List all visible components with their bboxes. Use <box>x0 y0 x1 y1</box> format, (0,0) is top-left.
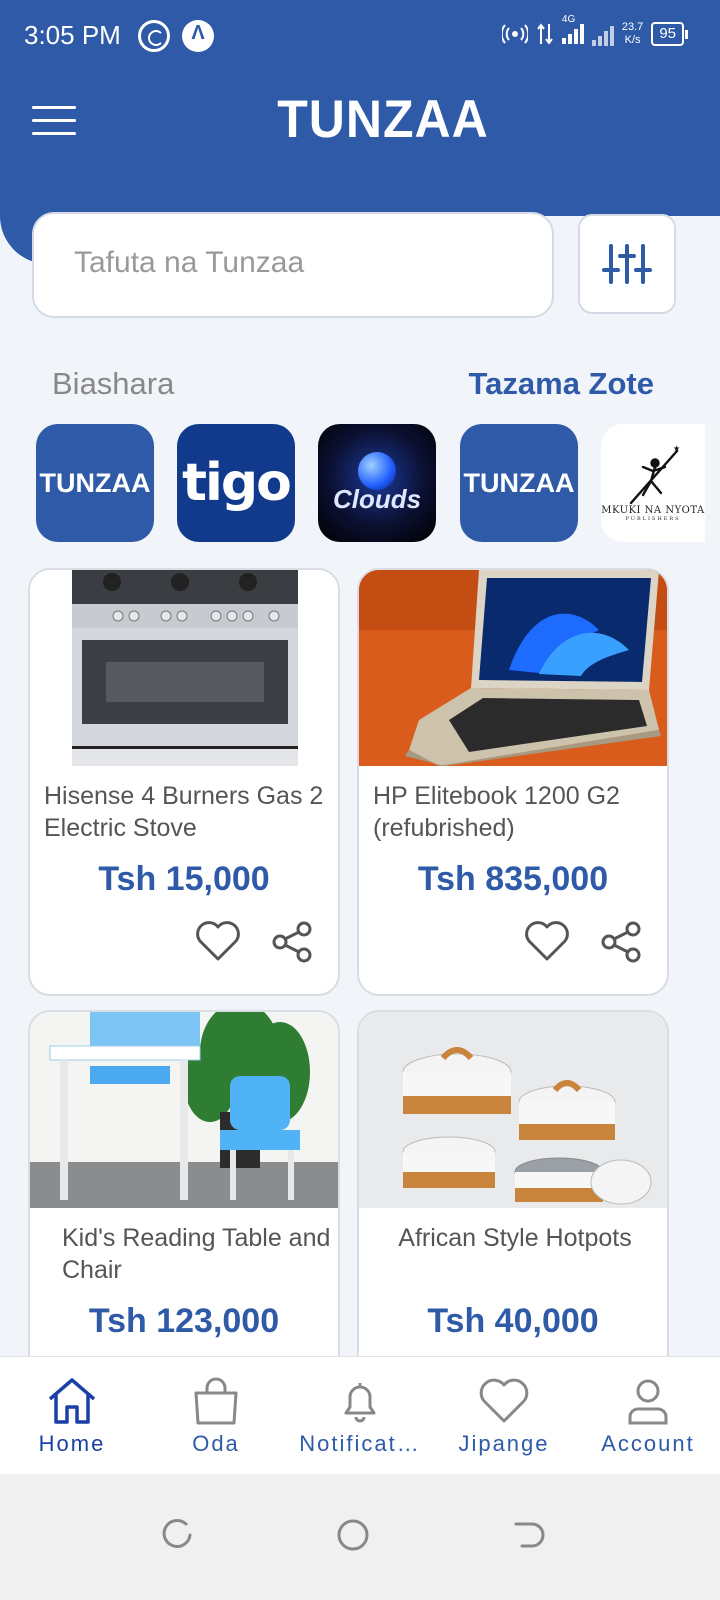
back-icon[interactable] <box>512 1518 546 1552</box>
product-image-gas-stove <box>30 570 338 766</box>
user-icon <box>628 1379 668 1425</box>
product-card[interactable]: HP Elitebook 1200 G2 (refubrished) Tsh 8… <box>357 568 669 996</box>
recent-apps-icon[interactable] <box>160 1518 194 1552</box>
brand-clouds[interactable]: Clouds <box>318 424 436 542</box>
nav-label: Jipange <box>458 1431 550 1456</box>
brand-label: TUNZAA <box>463 467 575 498</box>
product-name: African Style Hotpots <box>398 1224 632 1252</box>
nav-account[interactable]: Account <box>576 1357 720 1474</box>
data-transfer-icon <box>537 22 553 45</box>
bottom-navigation: Home Oda Notificat… Jipange Account <box>0 1356 720 1474</box>
product-card[interactable]: Hisense 4 Burners Gas 2 Electric Stove T… <box>28 568 340 996</box>
nav-label: Home <box>38 1431 106 1456</box>
product-image-kids-table <box>30 1012 338 1208</box>
home-icon <box>48 1378 96 1424</box>
status-time: 3:05 PM <box>24 20 121 50</box>
brand-sublabel: PUBLISHERS <box>625 515 681 522</box>
brands-section-title: Biashara <box>52 366 175 401</box>
brand-label: TUNZAA <box>39 467 151 498</box>
network-type: 4G <box>561 14 576 25</box>
status-indicators: 4G 23.7 K/s 95 <box>501 14 688 47</box>
product-actions <box>523 920 643 969</box>
product-image-laptop <box>359 570 667 766</box>
svg-text:★: ★ <box>673 445 680 453</box>
brand-label: Mkuki na Nyota <box>601 504 705 516</box>
sliders-icon <box>602 244 652 284</box>
network-speed: 23.7 K/s <box>622 21 643 47</box>
filter-button[interactable] <box>578 214 676 314</box>
bell-icon <box>344 1383 376 1423</box>
brand-tunzaa[interactable]: TUNZAA <box>36 424 154 542</box>
share-icon[interactable] <box>599 920 643 969</box>
search-box[interactable] <box>32 212 554 318</box>
app-notification-icon <box>182 20 214 52</box>
brand-label: Clouds <box>332 483 422 514</box>
signal-4g: 4G <box>561 14 584 47</box>
product-price: Tsh 835,000 <box>417 860 609 898</box>
bag-icon <box>194 1377 238 1425</box>
brand-tigo[interactable]: tigo <box>177 424 295 542</box>
product-price: Tsh 40,000 <box>427 1302 599 1340</box>
product-price: Tsh 15,000 <box>98 860 270 898</box>
hotspot-icon <box>501 23 528 44</box>
brand-tunzaa-2[interactable]: TUNZAA <box>460 424 578 542</box>
whatsapp-icon <box>138 20 170 52</box>
nav-label: Notificat… <box>299 1431 421 1456</box>
nav-notifications[interactable]: Notificat… <box>288 1357 432 1474</box>
product-image-hotpots <box>359 1012 667 1208</box>
app-title: TUNZAA <box>277 89 489 149</box>
nav-label: Account <box>601 1431 695 1456</box>
battery-indicator: 95 <box>651 21 688 46</box>
product-price: Tsh 123,000 <box>88 1302 280 1340</box>
heart-icon <box>479 1378 529 1423</box>
product-name: Hisense 4 Burners Gas 2 Electric Stove <box>44 782 324 842</box>
share-icon[interactable] <box>270 920 314 969</box>
system-navigation-bar <box>0 1474 720 1600</box>
product-name: Kid's Reading Table and Chair <box>62 1224 331 1284</box>
signal-icon-2 <box>591 22 614 46</box>
nav-home[interactable]: Home <box>0 1357 144 1474</box>
product-actions <box>194 920 314 969</box>
brand-mkuki[interactable]: ★ Mkuki na Nyota PUBLISHERS <box>601 424 705 542</box>
favorite-heart-icon[interactable] <box>194 920 242 969</box>
nav-oda[interactable]: Oda <box>144 1357 288 1474</box>
status-bar: 3:05 PM 4G 23.7K/s 95 <box>0 0 720 72</box>
spear-thrower-icon: ★ <box>629 445 680 504</box>
favorite-heart-icon[interactable] <box>523 920 571 969</box>
nav-label: Oda <box>192 1431 240 1456</box>
product-name: HP Elitebook 1200 G2 (refubrished) <box>373 782 620 842</box>
see-all-link[interactable]: Tazama Zote <box>469 366 654 402</box>
speed-unit: K/s <box>624 33 641 46</box>
brand-label: tigo <box>182 453 292 513</box>
speed-value: 23.7 <box>621 20 644 33</box>
search-input[interactable] <box>74 246 514 280</box>
nav-jipange[interactable]: Jipange <box>432 1357 576 1474</box>
home-circle-icon[interactable] <box>336 1518 370 1552</box>
